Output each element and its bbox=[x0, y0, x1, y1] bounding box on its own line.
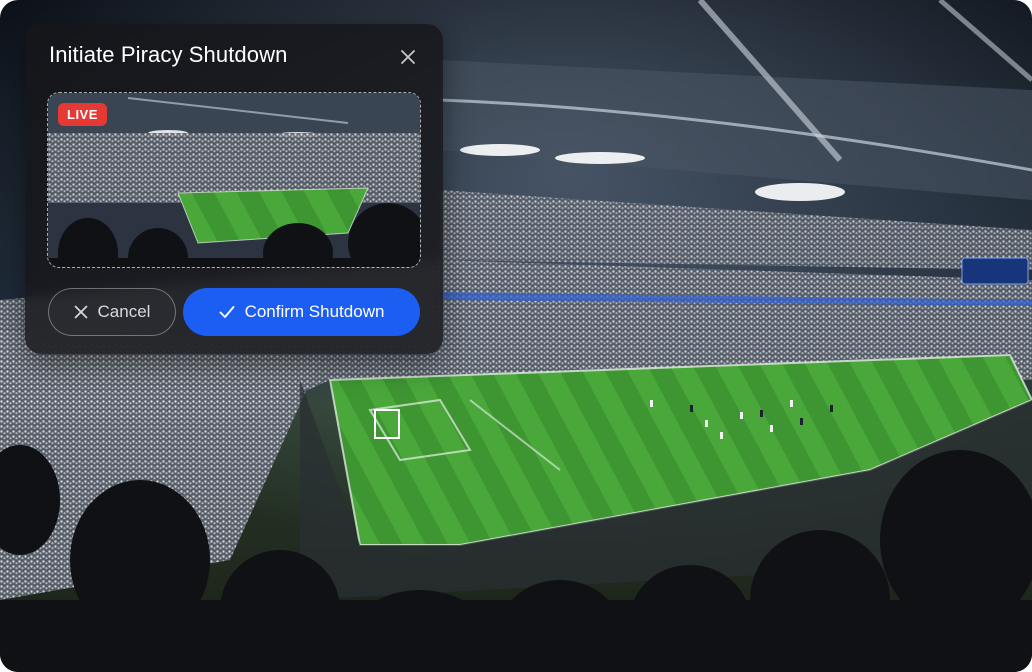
confirm-shutdown-button[interactable]: Confirm Shutdown bbox=[183, 288, 420, 336]
cancel-label: Cancel bbox=[97, 302, 151, 321]
checkmark-icon bbox=[219, 306, 235, 318]
live-badge: LIVE bbox=[58, 103, 107, 126]
close-icon bbox=[401, 50, 415, 64]
x-icon bbox=[74, 305, 87, 319]
piracy-shutdown-dialog: Initiate Piracy Shutdown LIVE Cancel Con… bbox=[25, 24, 443, 354]
cancel-button[interactable]: Cancel bbox=[48, 288, 176, 336]
close-button[interactable] bbox=[395, 44, 421, 70]
stadium-background: Initiate Piracy Shutdown LIVE Cancel Con… bbox=[0, 0, 1032, 672]
stream-preview: LIVE bbox=[47, 92, 421, 268]
dialog-title: Initiate Piracy Shutdown bbox=[49, 42, 288, 67]
confirm-label: Confirm Shutdown bbox=[244, 302, 385, 321]
